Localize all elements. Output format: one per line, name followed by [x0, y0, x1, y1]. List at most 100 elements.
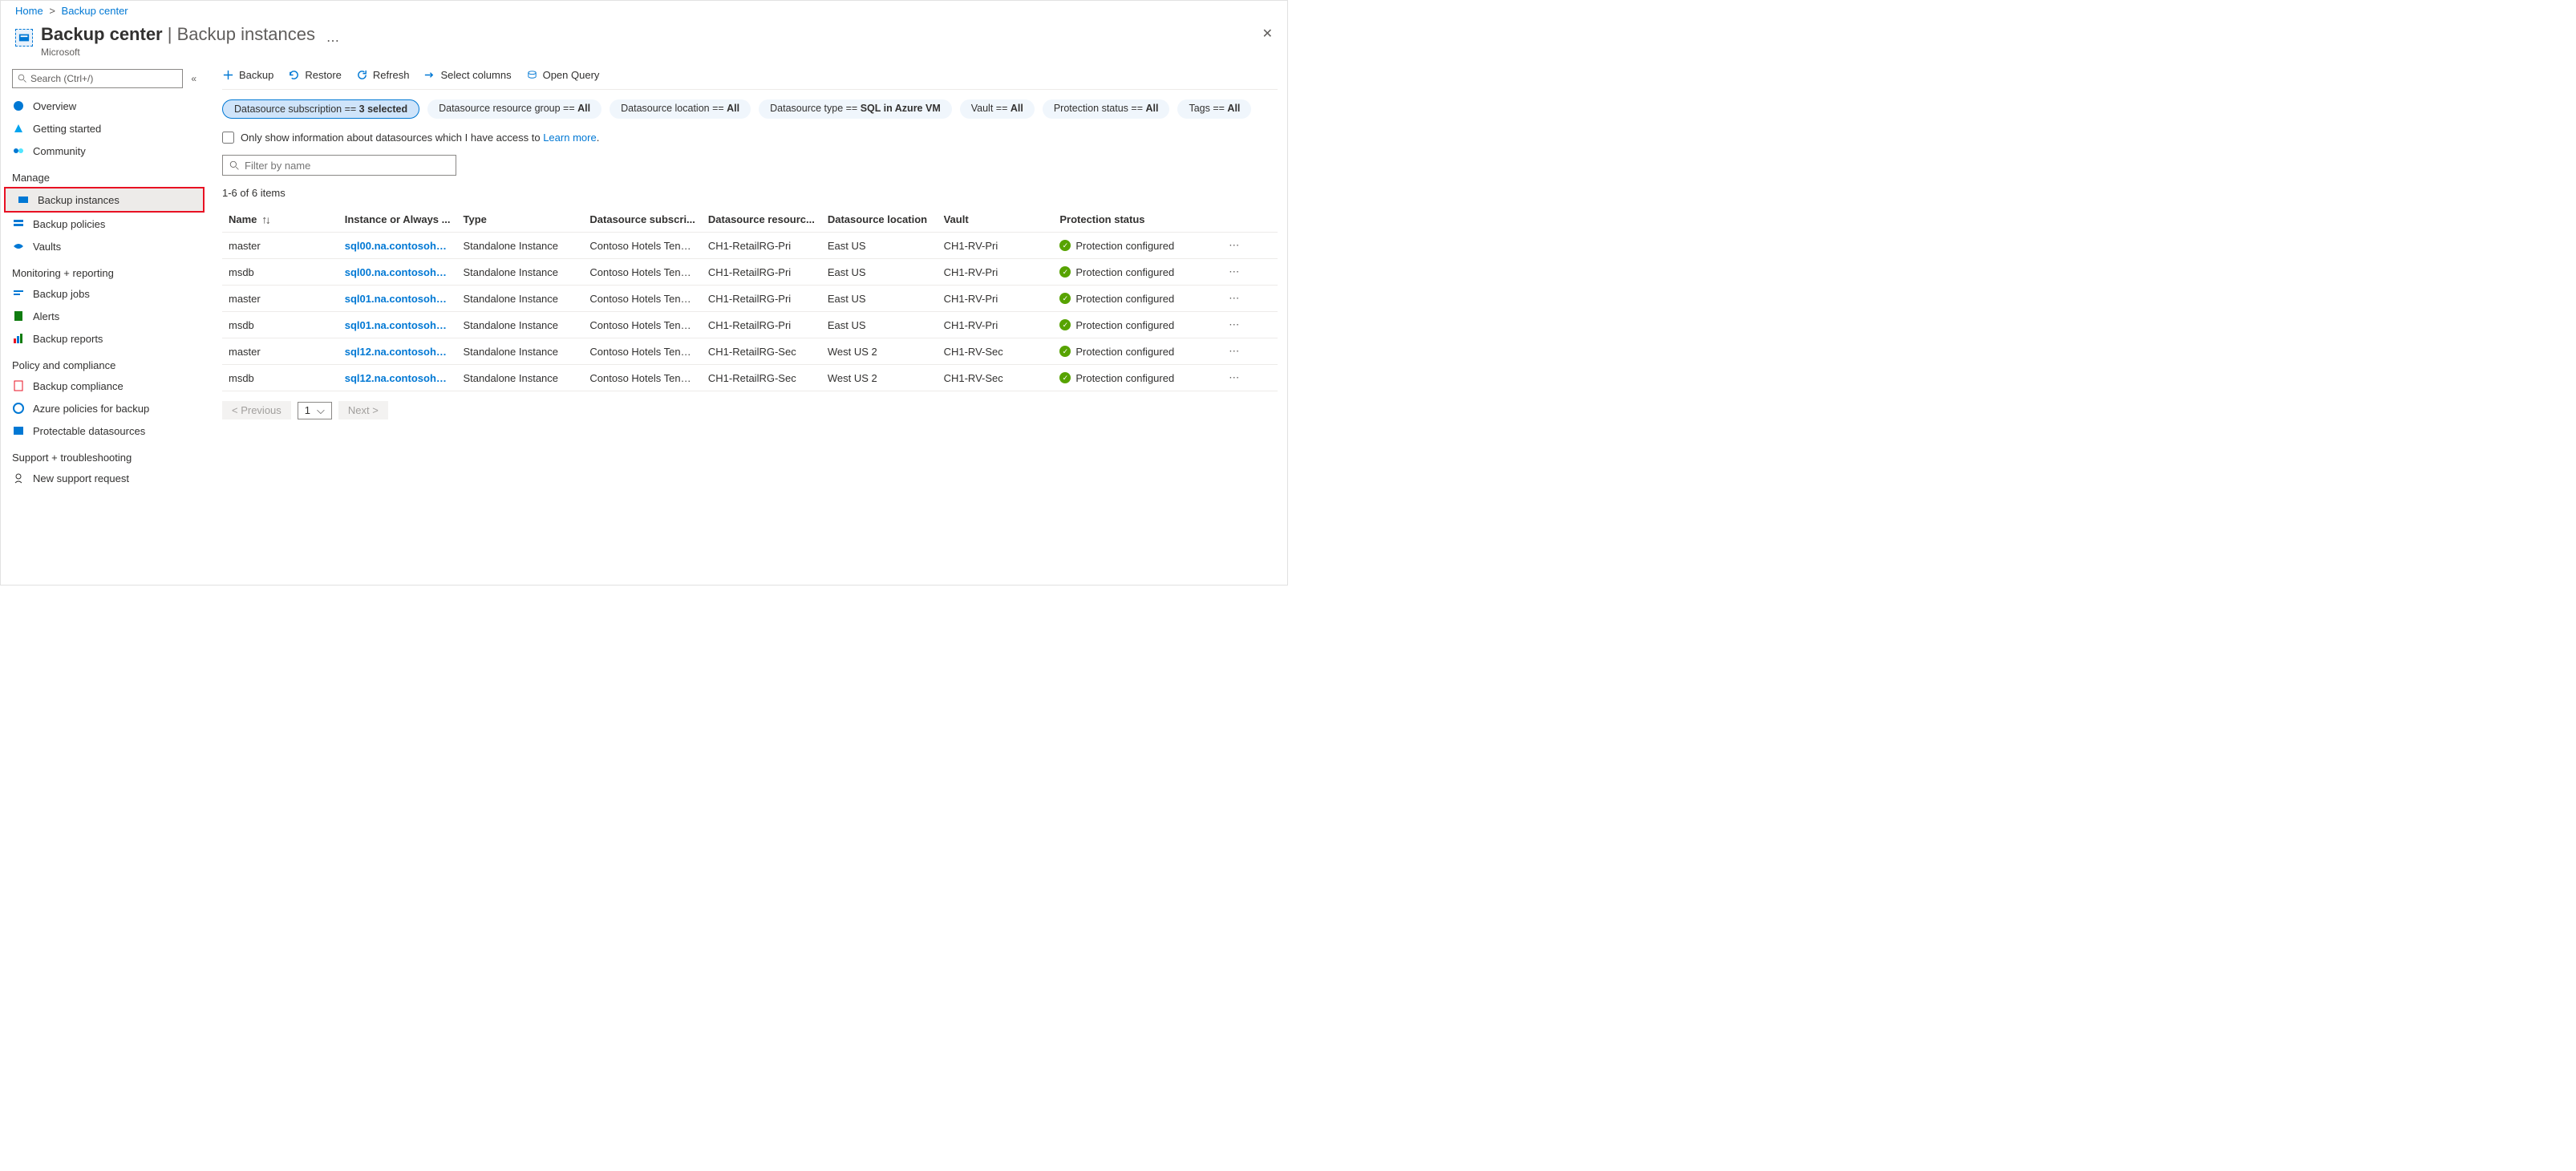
jobs-icon: [12, 287, 25, 300]
col-subscription[interactable]: Datasource subscri...: [583, 207, 702, 233]
refresh-button[interactable]: Refresh: [356, 69, 410, 81]
col-status[interactable]: Protection status: [1053, 207, 1190, 233]
table-row[interactable]: msdbsql12.na.contosohotels...Standalone …: [222, 365, 1278, 391]
cell-name: msdb: [222, 365, 338, 391]
compliance-icon: [12, 379, 25, 392]
sidebar-item-backup-compliance[interactable]: Backup compliance: [1, 375, 208, 397]
sidebar-item-backup-reports[interactable]: Backup reports: [1, 327, 208, 350]
filter-by-name[interactable]: [222, 155, 456, 176]
table-row[interactable]: mastersql00.na.contosohotels...Standalon…: [222, 233, 1278, 259]
sidebar-item-protectable-datasources[interactable]: Protectable datasources: [1, 419, 208, 442]
sidebar-item-azure-policies[interactable]: Azure policies for backup: [1, 397, 208, 419]
breadcrumb-home[interactable]: Home: [15, 5, 43, 17]
page-subtitle: Microsoft: [41, 47, 315, 58]
sidebar-search[interactable]: Search (Ctrl+/): [12, 69, 183, 88]
cell-vault: CH1-RV-Pri: [938, 259, 1054, 286]
restore-icon: [288, 69, 300, 81]
filter-subscription[interactable]: Datasource subscription == 3 selected: [222, 99, 419, 119]
table-row[interactable]: msdbsql00.na.contosohotels...Standalone …: [222, 259, 1278, 286]
col-location[interactable]: Datasource location: [821, 207, 938, 233]
page-select[interactable]: 1⌵: [298, 402, 332, 419]
col-resource-group[interactable]: Datasource resourc...: [702, 207, 821, 233]
community-icon: [12, 144, 25, 157]
cell-type: Standalone Instance: [456, 312, 583, 338]
cell-instance-link[interactable]: sql12.na.contosohotels...: [338, 365, 457, 391]
row-menu-button[interactable]: ⋯: [1190, 233, 1278, 259]
col-vault[interactable]: Vault: [938, 207, 1054, 233]
close-button[interactable]: ✕: [1262, 26, 1273, 42]
cell-type: Standalone Instance: [456, 365, 583, 391]
cell-instance-link[interactable]: sql00.na.contosohotels...: [338, 233, 457, 259]
sidebar-group-policy: Policy and compliance: [1, 350, 208, 375]
cell-vault: CH1-RV-Sec: [938, 338, 1054, 365]
filter-tags[interactable]: Tags == All: [1177, 99, 1251, 119]
sidebar-item-new-support[interactable]: New support request: [1, 467, 208, 489]
sidebar-item-backup-instances[interactable]: Backup instances: [6, 188, 203, 211]
filter-protection-status[interactable]: Protection status == All: [1043, 99, 1170, 119]
sidebar-item-community[interactable]: Community: [1, 140, 208, 162]
filter-location[interactable]: Datasource location == All: [610, 99, 751, 119]
next-button[interactable]: Next >: [338, 401, 388, 419]
cell-location: West US 2: [821, 365, 938, 391]
cell-name: msdb: [222, 259, 338, 286]
page-title-bold: Backup center: [41, 24, 163, 44]
cell-resource-group: CH1-RetailRG-Sec: [702, 365, 821, 391]
prev-button[interactable]: < Previous: [222, 401, 291, 419]
table-row[interactable]: msdbsql01.na.contosohotels...Standalone …: [222, 312, 1278, 338]
sidebar-item-backup-policies[interactable]: Backup policies: [1, 213, 208, 235]
row-menu-button[interactable]: ⋯: [1190, 312, 1278, 338]
sidebar-item-label: Community: [33, 145, 86, 157]
table-row[interactable]: mastersql12.na.contosohotels...Standalon…: [222, 338, 1278, 365]
filter-input-field[interactable]: [245, 160, 449, 172]
col-name[interactable]: Name: [222, 207, 338, 233]
filter-datasource-type[interactable]: Datasource type == SQL in Azure VM: [759, 99, 952, 119]
open-query-label: Open Query: [543, 69, 600, 81]
header-more-button[interactable]: ⋯: [326, 33, 339, 49]
table-row[interactable]: mastersql01.na.contosohotels...Standalon…: [222, 286, 1278, 312]
sidebar-item-label: Vaults: [33, 241, 61, 253]
sidebar-collapse-button[interactable]: «: [191, 73, 196, 84]
cell-resource-group: CH1-RetailRG-Pri: [702, 286, 821, 312]
cell-instance-link[interactable]: sql00.na.contosohotels...: [338, 259, 457, 286]
cell-resource-group: CH1-RetailRG-Pri: [702, 259, 821, 286]
sidebar-item-label: Backup policies: [33, 218, 105, 230]
access-checkbox[interactable]: [222, 132, 234, 144]
cell-location: East US: [821, 233, 938, 259]
row-menu-button[interactable]: ⋯: [1190, 286, 1278, 312]
sidebar-group-manage: Manage: [1, 162, 208, 187]
select-columns-button[interactable]: Select columns: [423, 69, 511, 81]
cell-instance-link[interactable]: sql01.na.contosohotels...: [338, 286, 457, 312]
col-type[interactable]: Type: [456, 207, 583, 233]
row-menu-button[interactable]: ⋯: [1190, 338, 1278, 365]
row-menu-button[interactable]: ⋯: [1190, 259, 1278, 286]
cell-location: East US: [821, 286, 938, 312]
open-query-button[interactable]: Open Query: [526, 69, 600, 81]
support-icon: [12, 472, 25, 484]
sidebar-item-getting-started[interactable]: Getting started: [1, 117, 208, 140]
sidebar-item-backup-jobs[interactable]: Backup jobs: [1, 282, 208, 305]
filter-resource-group[interactable]: Datasource resource group == All: [427, 99, 601, 119]
sidebar-item-overview[interactable]: Overview: [1, 95, 208, 117]
sidebar-search-placeholder: Search (Ctrl+/): [30, 73, 93, 84]
restore-button[interactable]: Restore: [288, 69, 342, 81]
cell-instance-link[interactable]: sql01.na.contosohotels...: [338, 312, 457, 338]
filter-vault[interactable]: Vault == All: [960, 99, 1035, 119]
access-checkbox-label: Only show information about datasources …: [241, 132, 599, 144]
policies-icon: [12, 217, 25, 230]
overview-icon: [12, 99, 25, 112]
cell-instance-link[interactable]: sql12.na.contosohotels...: [338, 338, 457, 365]
breadcrumb: Home > Backup center: [1, 1, 1287, 21]
access-filter-row: Only show information about datasources …: [222, 124, 1278, 155]
col-instance[interactable]: Instance or Always ...: [338, 207, 457, 233]
cell-subscription: Contoso Hotels Tenant -...: [583, 233, 702, 259]
backup-button[interactable]: Backup: [222, 69, 273, 81]
sidebar-item-alerts[interactable]: Alerts: [1, 305, 208, 327]
refresh-button-label: Refresh: [373, 69, 410, 81]
learn-more-link[interactable]: Learn more: [543, 132, 596, 144]
alerts-icon: [12, 310, 25, 322]
row-menu-button[interactable]: ⋯: [1190, 365, 1278, 391]
breadcrumb-current[interactable]: Backup center: [62, 5, 128, 17]
cell-status: ✓Protection configured: [1053, 312, 1190, 338]
sidebar-item-vaults[interactable]: Vaults: [1, 235, 208, 257]
pagination: < Previous 1⌵ Next >: [222, 391, 1278, 429]
